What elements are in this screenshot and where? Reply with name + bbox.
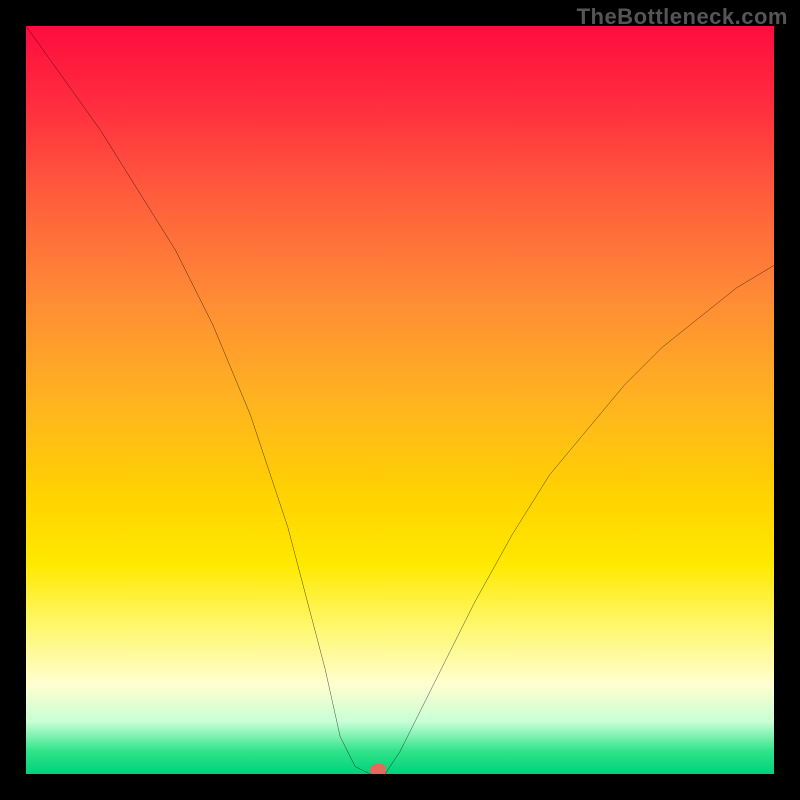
optimal-marker (370, 764, 386, 774)
watermark-text: TheBottleneck.com (577, 4, 788, 30)
plot-area (26, 26, 774, 774)
bottleneck-curve (26, 26, 774, 774)
chart-frame: TheBottleneck.com (0, 0, 800, 800)
